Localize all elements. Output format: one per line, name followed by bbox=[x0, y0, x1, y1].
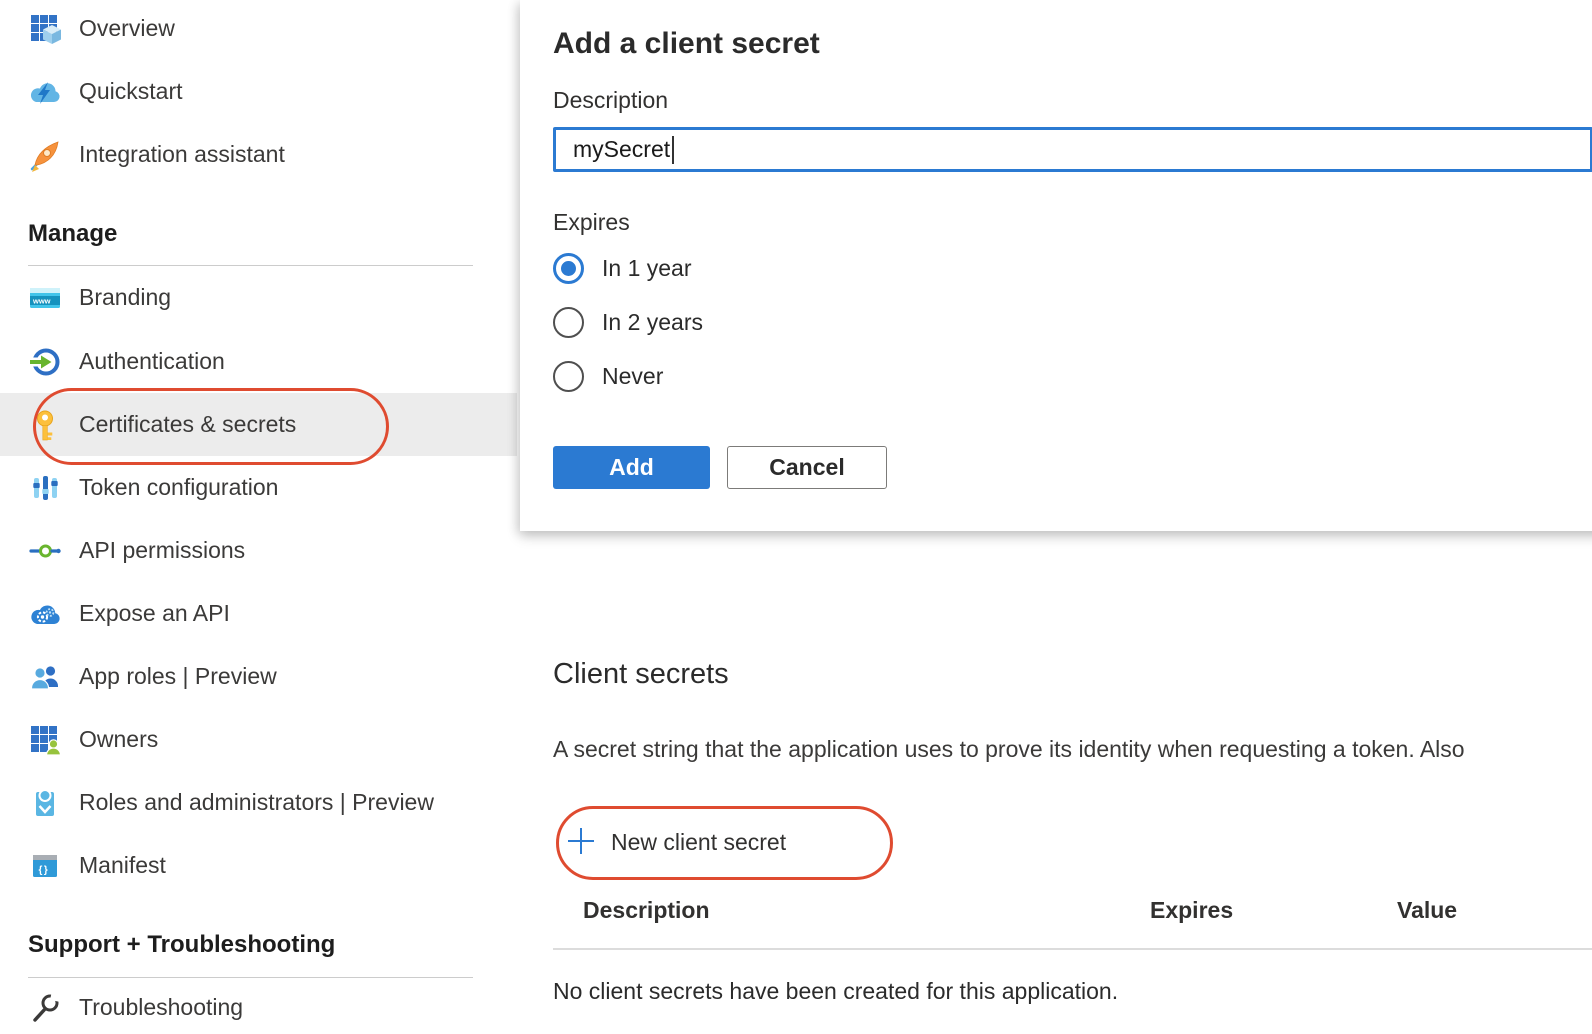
client-secrets-description: A secret string that the application use… bbox=[553, 736, 1592, 763]
sidebar-item-label: Integration assistant bbox=[79, 141, 285, 168]
sidebar-item-authentication[interactable]: Authentication bbox=[0, 330, 517, 393]
sidebar-item-app-roles[interactable]: App roles | Preview bbox=[0, 645, 517, 708]
sidebar-item-overview[interactable]: Overview bbox=[0, 0, 517, 60]
radio-never[interactable]: Never bbox=[553, 354, 663, 398]
sidebar-item-label: Authentication bbox=[79, 348, 225, 375]
authentication-icon bbox=[28, 345, 62, 379]
radio-label: In 2 years bbox=[602, 309, 703, 336]
sidebar-item-label: Roles and administrators | Preview bbox=[79, 789, 434, 816]
sidebar-item-roles-administrators[interactable]: Roles and administrators | Preview bbox=[0, 771, 517, 834]
sidebar-item-branding[interactable]: www Branding bbox=[0, 266, 517, 329]
troubleshooting-icon bbox=[28, 991, 62, 1025]
sidebar-item-manifest[interactable]: {} Manifest bbox=[0, 834, 517, 897]
sidebar-item-owners[interactable]: Owners bbox=[0, 708, 517, 771]
sidebar-item-label: Certificates & secrets bbox=[79, 411, 296, 438]
sidebar-item-label: Quickstart bbox=[79, 78, 183, 105]
sidebar-item-label: Troubleshooting bbox=[79, 994, 243, 1021]
api-permissions-icon bbox=[28, 534, 62, 568]
add-button[interactable]: Add bbox=[553, 446, 710, 489]
sidebar-item-label: Branding bbox=[79, 284, 171, 311]
svg-text:www: www bbox=[32, 296, 51, 305]
owners-icon bbox=[28, 723, 62, 757]
column-header-description: Description bbox=[583, 897, 710, 924]
sidebar-item-expose-an-api[interactable]: Expose an API bbox=[0, 582, 517, 645]
new-client-secret-label: New client secret bbox=[611, 829, 786, 856]
roles-administrators-icon bbox=[28, 786, 62, 820]
column-header-value: Value bbox=[1397, 897, 1457, 924]
new-client-secret-button[interactable]: New client secret bbox=[566, 826, 786, 859]
token-configuration-icon bbox=[28, 471, 62, 505]
integration-assistant-icon bbox=[28, 138, 62, 172]
sidebar-item-token-configuration[interactable]: Token configuration bbox=[0, 456, 517, 519]
sidebar-item-label: Expose an API bbox=[79, 600, 230, 627]
manifest-icon: {} bbox=[28, 849, 62, 883]
sidebar-item-certificates-secrets[interactable]: Certificates & secrets bbox=[0, 393, 517, 456]
radio-label: Never bbox=[602, 363, 663, 390]
text-cursor bbox=[672, 136, 674, 164]
radio-button-icon bbox=[553, 253, 584, 284]
radio-label: In 1 year bbox=[602, 255, 692, 282]
svg-text:{}: {} bbox=[39, 865, 50, 876]
add-client-secret-dialog: Add a client secret Description mySecret… bbox=[520, 0, 1592, 531]
description-input[interactable]: mySecret bbox=[553, 127, 1592, 172]
client-secrets-title: Client secrets bbox=[553, 658, 729, 691]
sidebar-item-label: Manifest bbox=[79, 852, 166, 879]
sidebar-item-label: Token configuration bbox=[79, 474, 278, 501]
radio-in-2-years[interactable]: In 2 years bbox=[553, 300, 703, 344]
expires-label: Expires bbox=[553, 209, 630, 236]
quickstart-icon bbox=[28, 75, 62, 109]
app-roles-icon bbox=[28, 660, 62, 694]
sidebar-item-label: Owners bbox=[79, 726, 158, 753]
sidebar-item-integration-assistant[interactable]: Integration assistant bbox=[0, 123, 517, 186]
certificates-secrets-icon bbox=[28, 408, 62, 442]
radio-button-icon bbox=[553, 361, 584, 392]
sidebar-item-quickstart[interactable]: Quickstart bbox=[0, 60, 517, 123]
sidebar-item-label: App roles | Preview bbox=[79, 663, 277, 690]
expose-api-icon bbox=[28, 597, 62, 631]
radio-in-1-year[interactable]: In 1 year bbox=[553, 246, 692, 290]
sidebar-header-support-troubleshooting: Support + Troubleshooting bbox=[28, 927, 335, 963]
sidebar-item-troubleshooting[interactable]: Troubleshooting bbox=[0, 976, 517, 1034]
description-input-value: mySecret bbox=[573, 136, 670, 163]
overview-icon bbox=[28, 12, 62, 46]
table-header-divider bbox=[553, 948, 1592, 950]
plus-icon bbox=[566, 826, 596, 859]
empty-table-message: No client secrets have been created for … bbox=[553, 978, 1118, 1005]
sidebar-item-api-permissions[interactable]: API permissions bbox=[0, 519, 517, 582]
radio-button-icon bbox=[553, 307, 584, 338]
dialog-title: Add a client secret bbox=[553, 27, 820, 61]
sidebar-item-label: API permissions bbox=[79, 537, 245, 564]
column-header-expires: Expires bbox=[1150, 897, 1233, 924]
description-label: Description bbox=[553, 87, 668, 114]
sidebar-header-manage: Manage bbox=[28, 216, 117, 252]
cancel-button[interactable]: Cancel bbox=[727, 446, 887, 489]
app-registration-page: Overview Quickstart Integration assi bbox=[0, 0, 1592, 1034]
sidebar-item-label: Overview bbox=[79, 15, 175, 42]
branding-icon: www bbox=[28, 281, 62, 315]
sidebar: Overview Quickstart Integration assi bbox=[0, 0, 517, 1034]
